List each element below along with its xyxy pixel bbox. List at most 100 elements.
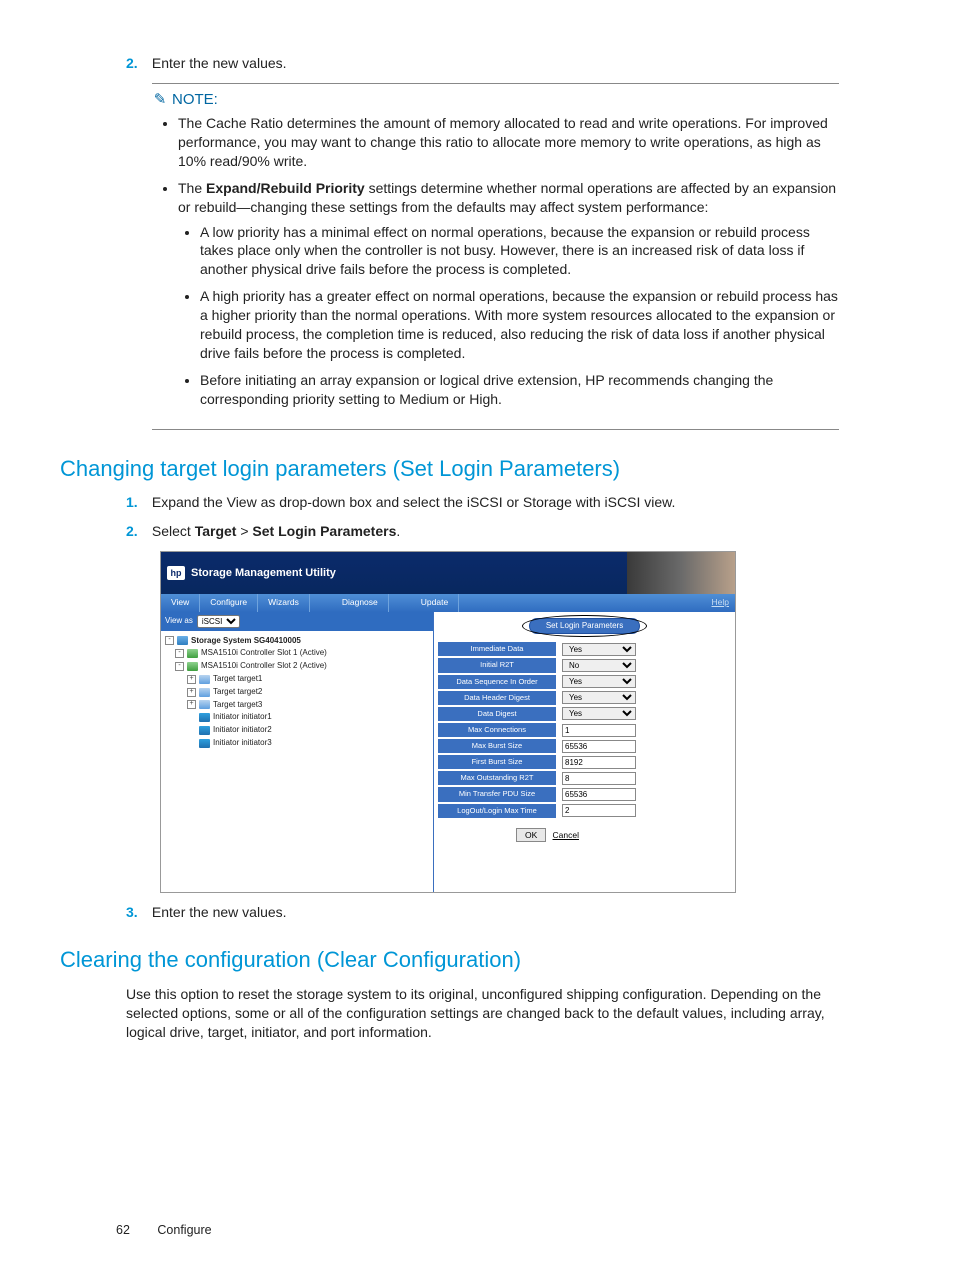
form-label: Data Sequence In Order xyxy=(438,675,556,689)
form-row: Max Connections xyxy=(438,723,731,737)
form-input[interactable] xyxy=(562,756,636,769)
form-title: Set Login Parameters xyxy=(529,618,640,635)
form-label: Initial R2T xyxy=(438,658,556,672)
step-text: Expand the View as drop-down box and sel… xyxy=(152,494,675,510)
menu-update[interactable]: Update xyxy=(411,594,459,611)
tree-controller-1[interactable]: -MSA1510i Controller Slot 1 (Active) xyxy=(165,647,429,660)
tree-body: -Storage System SG40410005 -MSA1510i Con… xyxy=(161,631,433,754)
smu-tree-panel: View as iSCSI -Storage System SG40410005… xyxy=(161,612,434,892)
tree-target-2[interactable]: +Target target2 xyxy=(165,686,429,699)
expander-icon[interactable]: + xyxy=(187,700,196,709)
form-buttons: OK Cancel xyxy=(438,828,731,842)
note-icon: ✎ xyxy=(152,90,168,110)
expander-icon[interactable]: + xyxy=(187,688,196,697)
form-label: LogOut/Login Max Time xyxy=(438,804,556,818)
form-select[interactable]: Yes xyxy=(562,707,636,720)
step-text: Enter the new values. xyxy=(152,55,287,71)
form-input[interactable] xyxy=(562,804,636,817)
note-item-cache-ratio: The Cache Ratio determines the amount of… xyxy=(178,114,839,171)
smu-banner-photo xyxy=(627,552,735,594)
page-footer: 62 Configure xyxy=(116,1222,839,1239)
form-input[interactable] xyxy=(562,788,636,801)
note-sublist: A low priority has a minimal effect on n… xyxy=(200,223,839,409)
expander-icon[interactable]: + xyxy=(187,675,196,684)
form-label: Data Digest xyxy=(438,707,556,721)
form-row: Max Burst Size xyxy=(438,739,731,753)
smu-menu-bar: View Configure Wizards Diagnose Update H… xyxy=(161,594,735,611)
storage-system-icon xyxy=(177,636,188,645)
expander-icon[interactable]: - xyxy=(175,649,184,658)
tree-initiator-2[interactable]: Initiator initiator2 xyxy=(165,724,429,737)
form-row: Max Outstanding R2T xyxy=(438,771,731,785)
step-number: 2. xyxy=(126,522,148,541)
form-input[interactable] xyxy=(562,772,636,785)
initiator-icon xyxy=(199,713,210,722)
tree-controller-2[interactable]: -MSA1510i Controller Slot 2 (Active) xyxy=(165,660,429,673)
form-label: Max Burst Size xyxy=(438,739,556,753)
form-label: Min Transfer PDU Size xyxy=(438,787,556,801)
form-select[interactable]: Yes xyxy=(562,691,636,704)
view-as-select[interactable]: iSCSI xyxy=(197,615,240,628)
login-step-3: 3. Enter the new values. xyxy=(126,903,839,922)
smu-screenshot: hp Storage Management Utility View Confi… xyxy=(160,551,736,892)
note-label: ✎NOTE: xyxy=(152,90,839,110)
note-sub-high-priority: A high priority has a greater effect on … xyxy=(200,287,839,363)
menu-help[interactable]: Help xyxy=(706,594,735,611)
form-row: LogOut/Login Max Time xyxy=(438,804,731,818)
tree-target-3[interactable]: +Target target3 xyxy=(165,699,429,712)
form-row: Data Header Digest Yes xyxy=(438,691,731,705)
expander-icon[interactable]: - xyxy=(175,662,184,671)
initiator-icon xyxy=(199,726,210,735)
note-sub-recommend: Before initiating an array expansion or … xyxy=(200,371,839,409)
target-icon xyxy=(199,675,210,684)
menu-diagnose[interactable]: Diagnose xyxy=(332,594,389,611)
step-number: 2. xyxy=(126,54,148,73)
smu-brand: hp Storage Management Utility xyxy=(161,552,627,594)
menu-view[interactable]: View xyxy=(161,594,200,611)
note-item-expand-rebuild: The Expand/Rebuild Priority settings det… xyxy=(178,179,839,409)
form-input[interactable] xyxy=(562,740,636,753)
form-row: Data Digest Yes xyxy=(438,707,731,721)
menu-configure[interactable]: Configure xyxy=(200,594,258,611)
note-label-text: NOTE: xyxy=(172,91,218,108)
tree-target-1[interactable]: +Target target1 xyxy=(165,673,429,686)
form-label: Max Outstanding R2T xyxy=(438,771,556,785)
step-enter-values-1: 2. Enter the new values. xyxy=(126,54,839,73)
form-select[interactable]: Yes xyxy=(562,643,636,656)
form-row: First Burst Size xyxy=(438,755,731,769)
note-list: The Cache Ratio determines the amount of… xyxy=(178,114,839,408)
form-label: First Burst Size xyxy=(438,755,556,769)
form-row: Initial R2T No xyxy=(438,658,731,672)
form-label: Immediate Data xyxy=(438,642,556,656)
view-as-label: View as xyxy=(165,616,193,627)
step-number: 3. xyxy=(126,903,148,922)
tree-storage-system[interactable]: -Storage System SG40410005 xyxy=(165,635,429,648)
form-row: Immediate Data Yes xyxy=(438,642,731,656)
view-as-bar: View as iSCSI xyxy=(161,612,433,631)
form-row: Min Transfer PDU Size xyxy=(438,787,731,801)
initiator-icon xyxy=(199,739,210,748)
form-label: Max Connections xyxy=(438,723,556,737)
tree-initiator-3[interactable]: Initiator initiator3 xyxy=(165,737,429,750)
form-select[interactable]: Yes xyxy=(562,675,636,688)
step-number: 1. xyxy=(126,493,148,512)
menu-wizards[interactable]: Wizards xyxy=(258,594,310,611)
heading-login-params: Changing target login parameters (Set Lo… xyxy=(60,454,839,484)
tree-initiator-1[interactable]: Initiator initiator1 xyxy=(165,711,429,724)
controller-icon xyxy=(187,649,198,658)
note-block: ✎NOTE: The Cache Ratio determines the am… xyxy=(152,83,839,430)
cancel-link[interactable]: Cancel xyxy=(553,830,579,840)
form-select[interactable]: No xyxy=(562,659,636,672)
ok-button[interactable]: OK xyxy=(516,828,546,842)
smu-form-panel: Set Login Parameters Immediate Data Yes In… xyxy=(434,612,735,892)
target-icon xyxy=(199,688,210,697)
form-input[interactable] xyxy=(562,724,636,737)
form-label: Data Header Digest xyxy=(438,691,556,705)
expander-icon[interactable]: - xyxy=(165,636,174,645)
target-icon xyxy=(199,700,210,709)
smu-titlebar: hp Storage Management Utility xyxy=(161,552,735,594)
hp-logo-icon: hp xyxy=(167,566,185,580)
step-text: Enter the new values. xyxy=(152,904,287,920)
smu-brand-text: Storage Management Utility xyxy=(191,566,336,581)
login-step-1: 1. Expand the View as drop-down box and … xyxy=(126,493,839,512)
